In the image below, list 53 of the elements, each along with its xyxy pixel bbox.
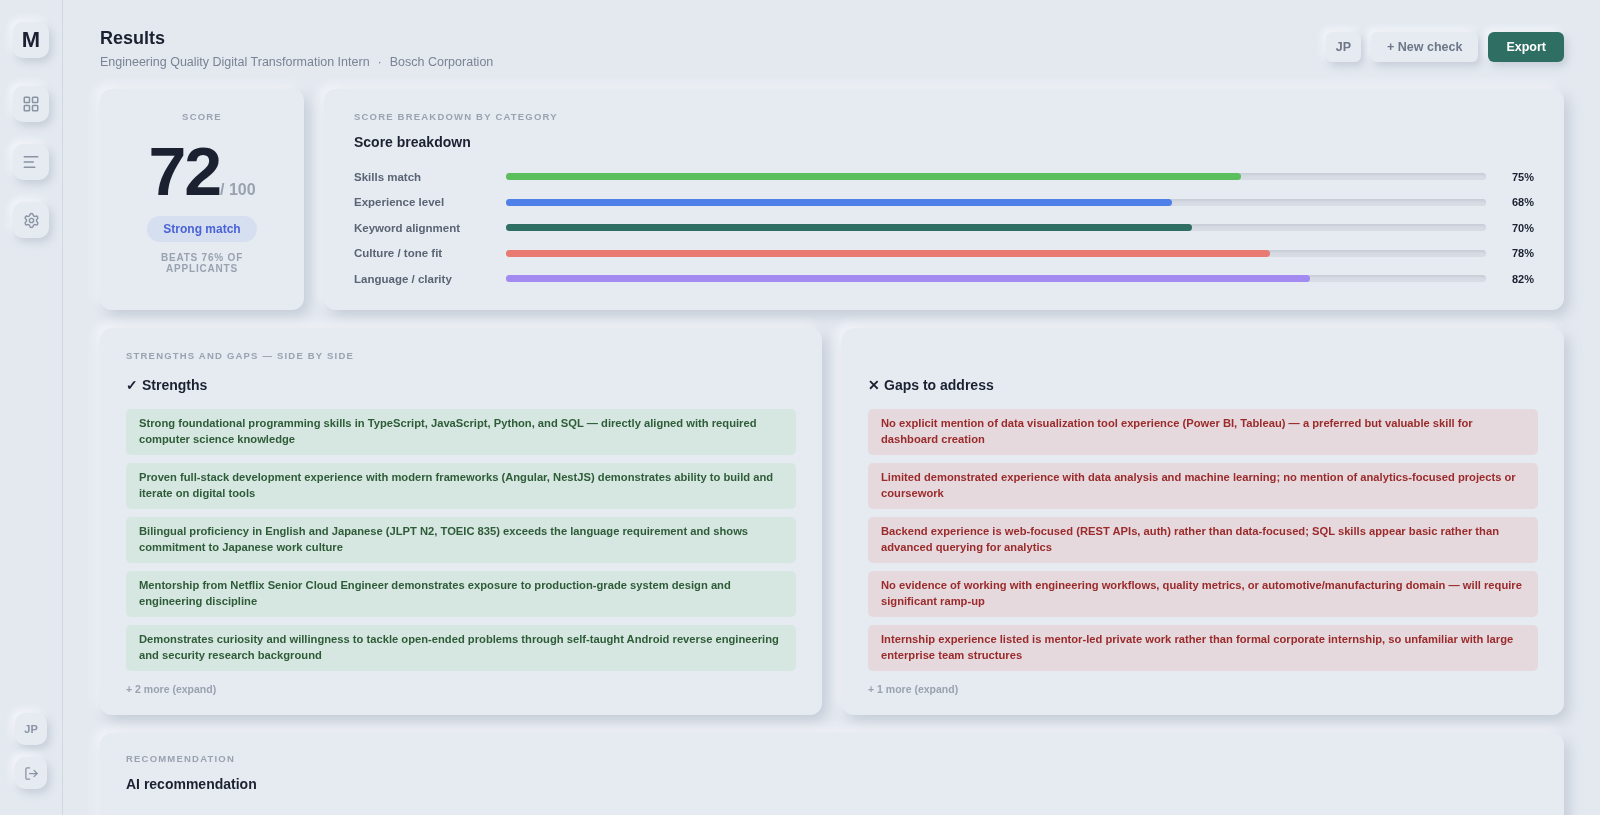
section-caption: RECOMMENDATION — [126, 752, 236, 764]
cross-mark: ✕ — [868, 376, 880, 393]
gap-item: No explicit mention of data visualization tool experience (Power BI, Tableau) — a preferred but valuable skill for dashboard creation — [868, 408, 1538, 455]
category-label: Culture / tone fit — [354, 247, 444, 260]
gap-item: Backend experience is web-focused (REST APIs, auth) rather than data-focused; SQL skills appear basic rather than advanced querying for analytics — [868, 516, 1538, 563]
sidebar-nav-button[interactable] — [13, 144, 49, 180]
section-caption: SCORE — [182, 111, 222, 122]
logout-button[interactable] — [15, 757, 47, 789]
score-max: / 100 — [220, 181, 256, 199]
category-percent: 68% — [1510, 196, 1534, 209]
category-percent: 75% — [1510, 170, 1534, 183]
percentile-text: BEATS 76% OF APPLICANTS — [159, 252, 245, 274]
category-percent: 70% — [1510, 221, 1534, 234]
strength-item: Mentorship from Netflix Senior Cloud Engineer demonstrates exposure to production-grade system design and engineering discipline — [126, 570, 796, 617]
sidebar-nav-button[interactable] — [13, 202, 49, 238]
card-title: AI recommendation — [126, 775, 258, 792]
card-title: Score breakdown — [354, 134, 472, 150]
job-title: Engineering Quality Digital Transformation Intern — [100, 55, 370, 69]
check-mark: ✓ — [126, 376, 138, 393]
page-title: Results — [100, 28, 167, 49]
expand-link[interactable]: + 1 more (expand) — [868, 682, 959, 695]
category-label: Skills match — [354, 170, 423, 183]
user-avatar[interactable]: JP — [15, 713, 47, 745]
grid-icon — [22, 95, 40, 113]
lines-icon — [22, 153, 40, 171]
strength-item: Demonstrates curiosity and willingness to tackle open-ended problems through self-taught Android reverse engineering and security research background — [126, 624, 796, 671]
settings-icon — [22, 211, 40, 229]
strength-item: Strong foundational programming skills in TypeScript, JavaScript, Python, and SQL — directly aligned with required computer science knowledge — [126, 408, 796, 455]
logout-icon — [23, 765, 39, 781]
section-caption: STRENGTHS AND GAPS — SIDE BY SIDE — [126, 349, 356, 361]
score-value: 72 — [148, 132, 220, 210]
category-label: Experience level — [354, 196, 446, 209]
expand-link[interactable]: + 2 more (expand) — [126, 682, 217, 695]
gap-item: Internship experience listed is mentor-led private work rather than formal corporate internship, so unfamiliar with large enterprise team structures — [868, 624, 1538, 671]
app-logo[interactable]: M — [13, 22, 49, 58]
strength-item: Proven full-stack development experience with modern frameworks (Angular, NestJS) demonstrates ability to build and iterate on digital tools — [126, 462, 796, 509]
column-title: Gaps to address — [884, 376, 994, 393]
match-badge: Strong match — [147, 216, 257, 242]
category-label: Keyword alignment — [354, 221, 462, 234]
sidebar-nav-button[interactable] — [13, 86, 49, 122]
category-percent: 78% — [1510, 247, 1534, 260]
gap-item: Limited demonstrated experience with data analysis and machine learning; no mention of analytics-focused projects or coursework — [868, 462, 1538, 509]
user-avatar[interactable]: JP — [1325, 32, 1361, 62]
category-percent: 82% — [1510, 272, 1534, 285]
section-caption: SCORE BREAKDOWN BY CATEGORY — [354, 111, 559, 122]
gap-item: No evidence of working with engineering workflows, quality metrics, or automotive/manufacturing domain — will require significant ramp-up — [868, 570, 1538, 617]
strength-item: Bilingual proficiency in English and Japanese (JLPT N2, TOEIC 835) exceeds the language requirement and shows commitment to Japanese work culture — [126, 516, 796, 563]
new-check-button[interactable]: + New check — [1371, 32, 1479, 62]
separator-dot: · — [377, 55, 382, 69]
export-button[interactable]: Export — [1488, 32, 1564, 62]
column-title: Strengths — [142, 376, 208, 393]
category-label: Language / clarity — [354, 272, 453, 285]
company-name: Bosch Corporation — [389, 55, 494, 69]
